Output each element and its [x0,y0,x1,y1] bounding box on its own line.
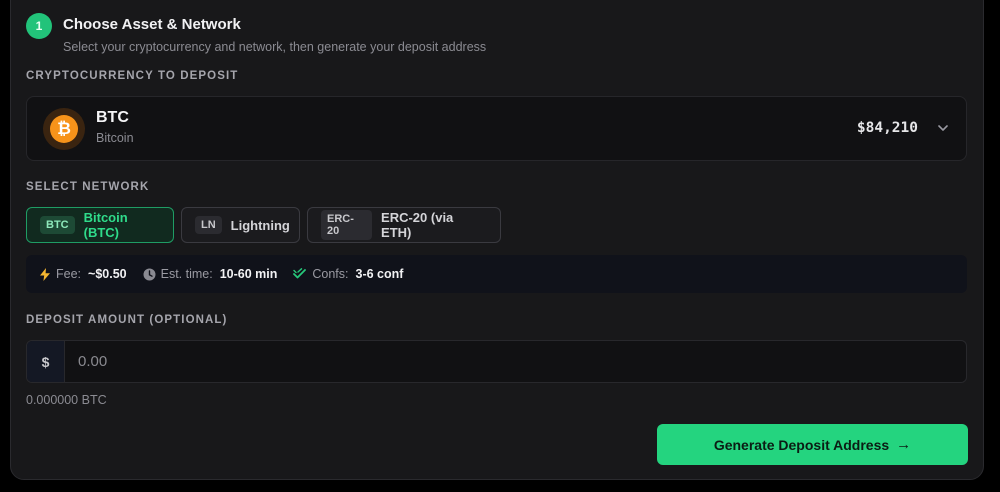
network-tag: ERC-20 [321,210,373,240]
asset-price: $84,210 [856,120,918,136]
confs-info: Confs: 3-6 conf [293,267,403,281]
time-info: Est. time: 10-60 min [143,267,278,281]
amount-input[interactable] [65,341,966,382]
amount-field: $ [26,340,967,383]
step-subtitle: Select your cryptocurrency and network, … [63,40,487,54]
confs-value: 3-6 conf [355,267,404,281]
asset-name: Bitcoin [96,131,134,145]
time-value: 10-60 min [219,267,278,281]
double-check-icon [293,268,307,279]
network-label: Lightning [230,217,290,233]
network-section-label: SELECT NETWORK [26,181,150,193]
network-option-erc20[interactable]: ERC-20 ERC-20 (via ETH) [307,207,501,243]
asset-section-label: CRYPTOCURRENCY TO DEPOSIT [26,70,239,82]
chevron-down-icon[interactable] [936,121,950,135]
step-title: Choose Asset & Network [63,16,241,33]
network-label: ERC-20 (via ETH) [381,210,454,240]
btc-equivalent: 0.000000 BTC [26,393,107,407]
bitcoin-glyph: ₿ [50,115,78,143]
network-option-btc[interactable]: BTC Bitcoin (BTC) [26,207,174,243]
network-tag: LN [195,216,222,234]
fee-value: ~$0.50 [88,267,127,281]
fee-info: Fee: ~$0.50 [39,267,127,281]
network-label: Bitcoin (BTC) [83,210,128,240]
step-number-badge: 1 [26,13,52,39]
generate-deposit-address-button[interactable]: Generate Deposit Address → [657,424,968,465]
arrow-right-icon: → [896,436,912,453]
network-option-lightning[interactable]: LN Lightning [181,207,300,243]
bitcoin-icon: ₿ [43,108,85,150]
confs-label: Confs: [312,267,349,281]
asset-dropdown[interactable]: ₿ BTC Bitcoin $84,210 [26,96,967,161]
network-info-bar: Fee: ~$0.50 Est. time: 10-60 min Confs: … [26,255,967,293]
fee-label: Fee: [56,267,82,281]
time-label: Est. time: [160,267,213,281]
clock-icon [143,268,156,280]
asset-symbol: BTC [96,109,129,126]
network-tag: BTC [40,216,75,234]
amount-section-label: DEPOSIT AMOUNT (OPTIONAL) [26,314,228,326]
lightning-bolt-icon [40,267,50,281]
currency-prefix: $ [27,341,65,382]
generate-button-label: Generate Deposit Address [713,436,890,453]
